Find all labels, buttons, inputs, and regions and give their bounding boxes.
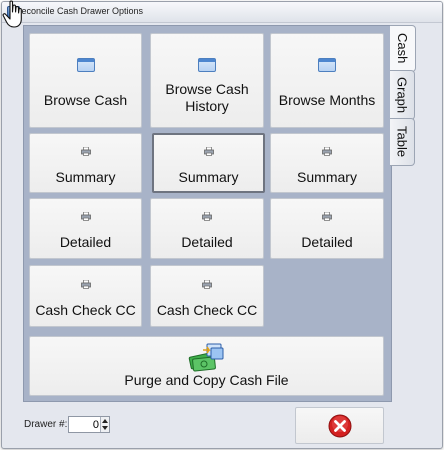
tab-cash-label: Cash — [395, 33, 410, 64]
drawer-number-input[interactable] — [69, 417, 101, 432]
spinner-arrows — [100, 417, 109, 432]
window-icon — [318, 58, 336, 72]
cash-check-cc-label: Cash Check CC — [35, 302, 136, 318]
detailed-label: Detailed — [301, 234, 353, 250]
cash-check-cc-button[interactable]: Cash Check CC — [29, 265, 142, 327]
detailed-button[interactable]: Detailed — [29, 198, 142, 259]
printer-icon — [322, 147, 332, 156]
browse-cash-button[interactable]: Browse Cash — [29, 33, 142, 128]
summary-label: Summary — [178, 169, 239, 185]
summary-label: Summary — [297, 169, 357, 185]
browse-months-label: Browse Months — [278, 92, 376, 108]
window-icon — [76, 58, 95, 72]
browse-cash-label: Browse Cash — [43, 92, 128, 108]
tab-graph-label: Graph — [394, 76, 410, 114]
tab-table-label: Table — [394, 126, 410, 158]
purge-copy-cash-file-button[interactable]: Purge and Copy Cash File — [29, 336, 384, 396]
browse-cash-history-button[interactable]: Browse Cash History — [150, 33, 264, 128]
printer-icon — [80, 212, 91, 221]
browse-months-button[interactable]: Browse Months — [270, 33, 384, 128]
drawer-number-label: Drawer #: — [24, 419, 68, 430]
title-bar: Reconcile Cash Drawer Options — [2, 2, 442, 23]
summary-label: Summary — [55, 169, 116, 185]
tab-cash[interactable]: Cash — [390, 25, 416, 72]
summary-button[interactable]: Summary — [152, 133, 265, 193]
detailed-label: Detailed — [59, 234, 112, 250]
money-copy-icon — [188, 343, 223, 372]
red-x-icon — [328, 414, 351, 437]
spin-up-icon[interactable] — [101, 417, 109, 424]
drawer-number-spinner[interactable] — [68, 416, 110, 433]
cash-check-cc-label: Cash Check CC — [156, 302, 258, 318]
detailed-button[interactable]: Detailed — [270, 198, 384, 259]
cash-check-cc-button[interactable]: Cash Check CC — [150, 265, 264, 327]
printer-icon — [80, 147, 91, 156]
tab-graph[interactable]: Graph — [390, 70, 415, 120]
printer-icon — [80, 280, 91, 289]
tab-table[interactable]: Table — [390, 118, 415, 166]
summary-button[interactable]: Summary — [29, 133, 142, 193]
browse-cash-history-label: Browse Cash History — [165, 81, 249, 114]
printer-icon — [322, 212, 332, 221]
window-title: Reconcile Cash Drawer Options — [15, 6, 144, 16]
summary-button[interactable]: Summary — [270, 133, 384, 193]
close-button[interactable] — [295, 407, 384, 444]
printer-icon — [203, 147, 214, 156]
detailed-label: Detailed — [181, 234, 233, 250]
hand-cursor-icon — [2, 0, 22, 28]
detailed-button[interactable]: Detailed — [150, 198, 264, 259]
window-icon — [198, 58, 216, 72]
spin-down-icon[interactable] — [101, 424, 109, 431]
reconcile-cash-drawer-window: Reconcile Cash Drawer Options Browse Cas… — [1, 1, 443, 449]
purge-copy-label: Purge and Copy Cash File — [124, 372, 289, 388]
printer-icon — [202, 212, 212, 221]
printer-icon — [202, 280, 212, 289]
